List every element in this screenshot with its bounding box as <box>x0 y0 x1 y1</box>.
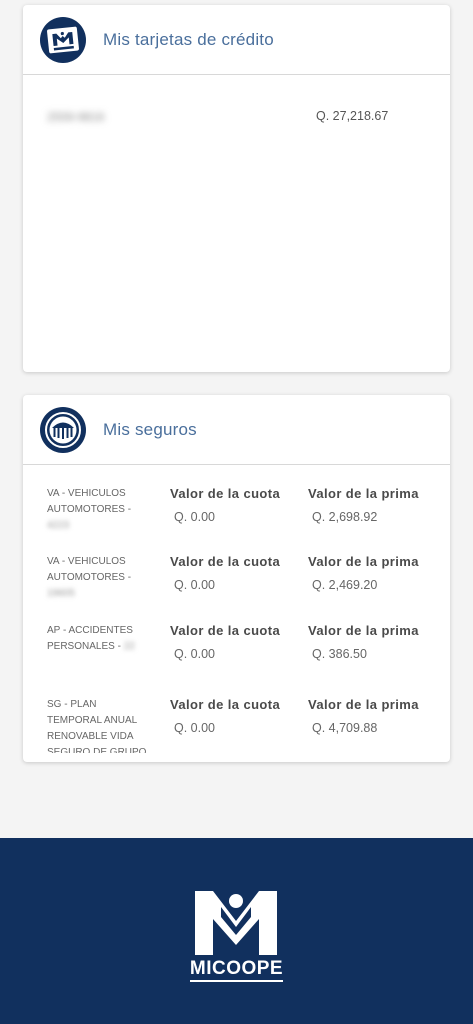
micoope-logo-icon <box>195 890 278 955</box>
insurance-umbrella-icon <box>40 406 86 453</box>
prima-value: Q. 2,698.92 <box>312 510 378 524</box>
cuota-label: Valor de la cuota <box>170 697 281 712</box>
cuota-value: Q. 0.00 <box>174 578 215 592</box>
credit-cards-header: Mis tarjetas de crédito <box>23 5 450 75</box>
prima-value: Q. 4,709.88 <box>312 721 378 735</box>
cuota-label: Valor de la cuota <box>170 623 281 638</box>
micoope-logo: MICOOPE <box>189 887 284 982</box>
insurance-row[interactable]: SG - PLAN TEMPORAL ANUAL RENOVABLE VIDA … <box>23 697 450 753</box>
cuota-label: Valor de la cuota <box>170 486 281 501</box>
micoope-logo-text: MICOOPE <box>189 958 284 982</box>
credit-cards-title: Mis tarjetas de crédito <box>103 29 274 49</box>
credit-card-number: 2559-9816 <box>47 110 105 124</box>
credit-cards-card: Mis tarjetas de crédito 2559-9816 Q. 27,… <box>23 5 450 372</box>
insurance-card: Mis seguros VA - VEHICULOS AUTOMOTORES -… <box>23 395 450 762</box>
footer-banner: MICOOPE <box>0 838 473 1024</box>
prima-label: Valor de la prima <box>308 697 419 712</box>
insurance-row[interactable]: AP - ACCIDENTES PERSONALES - 22 Valor de… <box>23 623 450 689</box>
cuota-value: Q. 0.00 <box>174 647 215 661</box>
insurance-name: VA - VEHICULOS AUTOMOTORES - 4223 <box>47 486 155 534</box>
prima-value: Q. 2,469.20 <box>312 578 378 592</box>
cuota-label: Valor de la cuota <box>170 554 281 569</box>
insurance-title: Mis seguros <box>103 419 197 439</box>
insurance-row[interactable]: VA - VEHICULOS AUTOMOTORES - 19605 Valor… <box>23 554 450 620</box>
prima-label: Valor de la prima <box>308 554 419 569</box>
credit-card-balance: Q. 27,218.67 <box>316 109 389 123</box>
credit-card-row[interactable]: 2559-9816 Q. 27,218.67 <box>23 75 450 155</box>
micoope-card-icon <box>40 16 86 63</box>
cuota-value: Q. 0.00 <box>174 510 215 524</box>
insurance-policy-id: 4223 <box>47 520 70 531</box>
insurance-row[interactable]: VA - VEHICULOS AUTOMOTORES - 4223 Valor … <box>23 486 450 552</box>
cuota-value: Q. 0.00 <box>174 721 215 735</box>
prima-value: Q. 386.50 <box>312 647 367 661</box>
insurance-policy-id: 19605 <box>47 588 75 599</box>
prima-label: Valor de la prima <box>308 623 419 638</box>
insurance-policy-id: 22 <box>123 641 135 652</box>
insurance-name: VA - VEHICULOS AUTOMOTORES - 19605 <box>47 554 155 602</box>
insurance-name: SG - PLAN TEMPORAL ANUAL RENOVABLE VIDA … <box>47 699 147 753</box>
app-screen: Mis tarjetas de crédito 2559-9816 Q. 27,… <box>0 0 473 1024</box>
insurance-header: Mis seguros <box>23 395 450 465</box>
prima-label: Valor de la prima <box>308 486 419 501</box>
insurance-list: VA - VEHICULOS AUTOMOTORES - 4223 Valor … <box>23 473 450 753</box>
insurance-name: AP - ACCIDENTES PERSONALES - 22 <box>47 625 135 652</box>
